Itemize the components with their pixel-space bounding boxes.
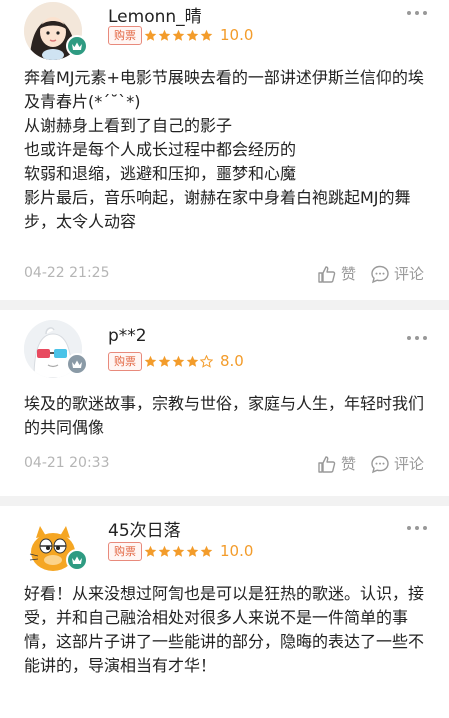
like-button[interactable]: 赞 xyxy=(317,453,356,474)
more-icon[interactable] xyxy=(407,11,427,15)
rating-score: 8.0 xyxy=(220,352,244,370)
comment-icon xyxy=(371,265,389,283)
rating-stars xyxy=(144,545,213,558)
level-icon xyxy=(66,549,88,571)
ticket-badge: 购票 xyxy=(108,542,142,561)
like-icon xyxy=(318,265,336,283)
star-icon xyxy=(144,545,157,557)
level-icon xyxy=(66,353,88,375)
username[interactable]: Lemonn_晴 xyxy=(108,2,202,27)
star-icon xyxy=(200,545,213,557)
star-icon xyxy=(158,29,171,41)
star-icon xyxy=(158,355,171,367)
more-icon[interactable] xyxy=(407,336,427,340)
divider xyxy=(0,496,449,506)
comment-label: 评论 xyxy=(394,455,425,473)
star-icon xyxy=(158,545,171,557)
level-icon xyxy=(66,35,88,57)
review-date: 04-21 20:33 xyxy=(24,455,110,471)
ticket-badge: 购票 xyxy=(108,26,142,45)
username[interactable]: p**2 xyxy=(108,326,147,346)
username[interactable]: 45次日落 xyxy=(108,516,181,541)
rating-score: 10.0 xyxy=(220,26,254,44)
review-content: 埃及的歌迷故事，宗教与世俗，家庭与人生，年轻时我们的共同偶像 xyxy=(24,394,425,437)
star-icon xyxy=(144,355,157,367)
rating-stars xyxy=(144,355,213,368)
star-icon xyxy=(186,355,199,367)
review-content: 奔着MJ元素+电影节展映去看的一部讲述伊斯兰信仰的埃及青春片(*ˊ˘ˋ*) 从谢… xyxy=(24,68,424,231)
star-icon xyxy=(144,29,157,41)
star-icon xyxy=(172,355,185,367)
review-content: 好看！从来没想过阿訇也是可以是狂热的歌迷。认识，接受，并和自己融洽相处对很多人来… xyxy=(24,584,425,675)
more-icon[interactable] xyxy=(407,526,427,530)
like-label: 赞 xyxy=(341,265,357,283)
review-item: 45次日落 购票 10.0 好看！从来没想过阿訇也是可以是狂热的歌迷。认识，接受… xyxy=(0,506,449,718)
review-item: Lemonn_晴 购票 10.0 奔着MJ元素+电影节展映去看的一部讲述伊斯兰信… xyxy=(0,0,449,300)
star-icon xyxy=(172,545,185,557)
review-date: 04-22 21:25 xyxy=(24,265,110,281)
star-icon xyxy=(200,29,213,41)
star-icon xyxy=(186,29,199,41)
review-item: p**2 购票 8.0 埃及的歌迷故事，宗教与世俗，家庭与人生，年轻时我们的共同… xyxy=(0,310,449,496)
like-icon xyxy=(318,455,336,473)
rating-score: 10.0 xyxy=(220,542,254,560)
star-icon xyxy=(172,29,185,41)
star-icon xyxy=(200,355,213,368)
comment-label: 评论 xyxy=(394,265,425,283)
comment-button[interactable]: 评论 xyxy=(370,453,424,474)
like-button[interactable]: 赞 xyxy=(317,263,356,284)
rating-stars xyxy=(144,29,213,42)
comment-button[interactable]: 评论 xyxy=(370,263,424,284)
divider xyxy=(0,300,449,310)
like-label: 赞 xyxy=(341,455,357,473)
comment-icon xyxy=(371,455,389,473)
ticket-badge: 购票 xyxy=(108,352,142,371)
star-icon xyxy=(186,545,199,557)
